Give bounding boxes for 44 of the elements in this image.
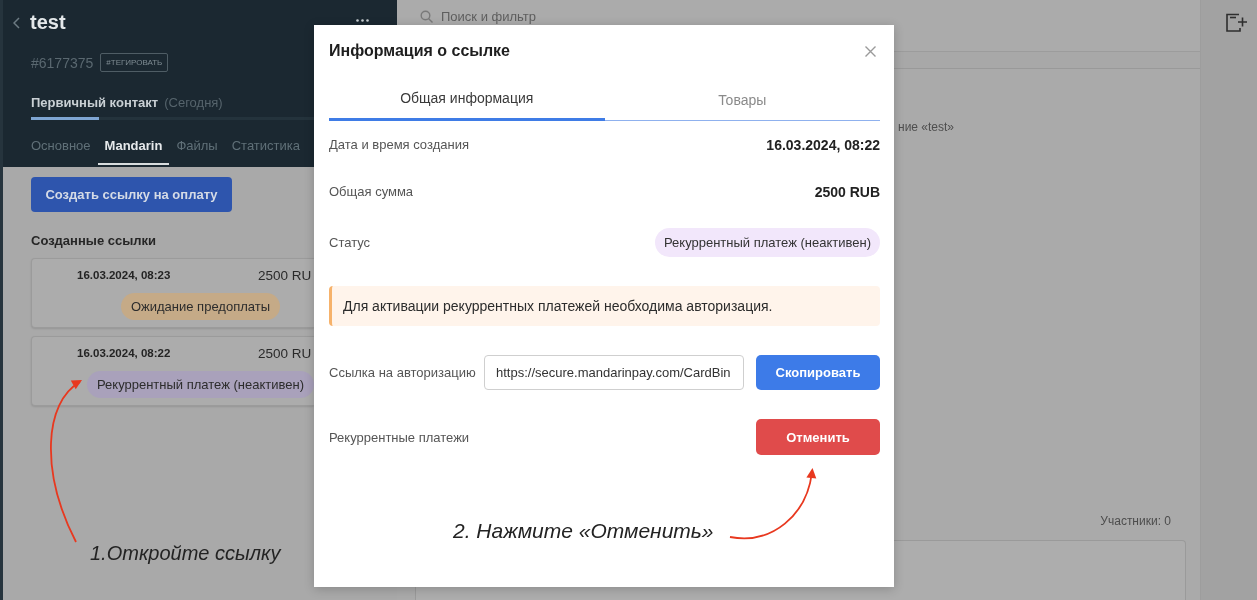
- link-date: 16.03.2024, 08:23: [77, 269, 172, 281]
- annotation-text: 1.Откройте ссылку: [90, 541, 281, 566]
- modal-tab[interactable]: Общая информация: [329, 77, 605, 121]
- links-heading: Созданные ссылки: [31, 234, 157, 248]
- copy-button[interactable]: Скопировать: [756, 355, 880, 390]
- contact-title: test: [30, 11, 66, 34]
- tag-button[interactable]: #ТЕГИРОВАТЬ: [100, 53, 169, 72]
- field-label: Дата и время создания: [329, 137, 469, 152]
- create-link-button[interactable]: Создать ссылку на оплату: [31, 177, 232, 212]
- status-badge: Ожидание предоплаты: [120, 293, 281, 320]
- window-plus-icon[interactable]: [1226, 13, 1248, 32]
- status-badge: Рекуррентный платеж (неактивен): [654, 227, 880, 257]
- stage-name: Первичный контакт: [31, 94, 159, 110]
- field-label: Рекуррентные платежи: [329, 429, 470, 445]
- search-icon: [420, 10, 433, 23]
- link-card[interactable]: 16.03.2024, 08:22 2500 RU Рекуррентный платеж (неактивен): [31, 336, 314, 406]
- auth-link-field[interactable]: https://secure.mandarinpay.com/CardBin: [484, 355, 744, 390]
- stage-date: (Сегодня): [164, 94, 223, 110]
- link-card[interactable]: 16.03.2024, 08:23 2500 RU Ожидание предоплаты: [31, 258, 314, 328]
- section-tab[interactable]: Основное: [24, 120, 98, 165]
- contact-id: #6177375: [31, 54, 94, 71]
- link-date: 16.03.2024, 08:22: [77, 347, 172, 359]
- field-label: Общая сумма: [329, 184, 414, 199]
- auth-alert: Для активации рекуррентных платежей необходима авторизация.: [329, 286, 880, 326]
- field-value: 2500 RUB: [814, 183, 880, 200]
- close-icon[interactable]: [865, 45, 876, 57]
- cancel-button[interactable]: Отменить: [756, 419, 880, 455]
- field-value: 16.03.2024, 08:22: [766, 136, 880, 153]
- back-icon[interactable]: [13, 16, 20, 29]
- section-tab[interactable]: Статистика: [224, 120, 307, 165]
- more-icon[interactable]: [356, 19, 369, 22]
- field-label: Ссылка на авторизацию: [329, 365, 477, 380]
- section-tab[interactable]: Mandarin: [97, 120, 170, 165]
- link-amount: 2500 RU: [258, 345, 312, 361]
- link-amount: 2500 RU: [258, 267, 312, 283]
- field-label: Статус: [329, 234, 371, 250]
- status-badge: Рекуррентный платеж (неактивен): [87, 371, 314, 398]
- annotation-text: 2. Нажмите «Отменить»: [453, 518, 714, 544]
- modal-title: Информация о ссылке: [329, 42, 510, 60]
- search-field[interactable]: Поиск и фильтр: [441, 8, 641, 24]
- participants-count: Участники: 0: [1100, 514, 1171, 528]
- modal-tab[interactable]: Товары: [604, 77, 880, 121]
- section-tab[interactable]: Файлы: [169, 120, 225, 165]
- feed-text: ние «test»: [898, 120, 955, 134]
